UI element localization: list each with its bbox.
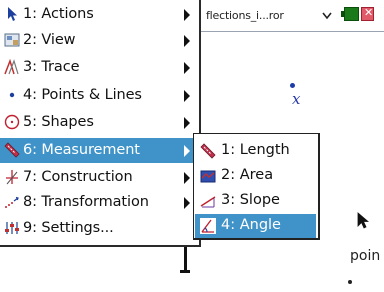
mouse-cursor-icon [357,212,369,229]
submenu-arrow-icon [184,35,190,47]
menu-item-label: 5: Shapes [23,114,94,130]
point[interactable] [348,280,352,284]
submenu-item-length[interactable]: 1: Length [195,139,316,163]
construction-icon [6,170,18,185]
transformation-icon [5,196,19,208]
submenu-arrow-icon [184,9,190,21]
submenu-arrow-icon [184,117,190,129]
menu-item-measurement[interactable]: 6: Measurement [0,138,197,163]
angle-icon [200,218,216,234]
submenu-item-label: 3: Slope [221,192,280,208]
close-icon[interactable]: ✕ [361,6,374,21]
menu-item-label: 4: Points & Lines [23,87,142,103]
point-label-text[interactable]: poin [350,248,380,264]
menu-item-actions[interactable]: 1: Actions [0,2,197,27]
submenu-item-area[interactable]: 2: Area [195,164,316,188]
circle-icon [4,114,20,130]
submenu-item-label: 1: Length [221,142,290,158]
pointer-arrow-icon [8,7,17,21]
point-x-label[interactable]: x [292,90,300,108]
point-icon [9,92,15,98]
measurement-submenu: 1: Length 2: Area 3: Slope 4: Angle [193,133,320,240]
submenu-item-slope[interactable]: 3: Slope [195,189,316,213]
length-icon [200,143,216,159]
settings-icon [5,222,19,234]
menu-item-transformation[interactable]: 8: Transformation [0,190,197,215]
main-menu: 1: Actions 2: View 3: Trace 4: Points & … [0,0,201,247]
menu-item-shapes[interactable]: 5: Shapes [0,110,197,135]
submenu-item-label: 2: Area [221,167,274,183]
menu-item-label: 7: Construction [23,169,133,185]
menu-item-trace[interactable]: 3: Trace [0,55,197,80]
submenu-arrow-icon [184,62,190,74]
submenu-arrow-icon [184,145,190,157]
tab-bar-divider [200,31,384,32]
submenu-arrow-icon [184,197,190,209]
tab-dropdown-icon[interactable] [322,12,332,20]
submenu-item-angle[interactable]: 4: Angle [195,214,316,238]
menu-item-points-lines[interactable]: 4: Points & Lines [0,83,197,108]
menu-item-label: 6: Measurement [23,142,140,158]
segment-endpoint[interactable] [180,270,190,273]
menu-item-construction[interactable]: 7: Construction [0,165,197,190]
ruler-icon [4,142,20,158]
point-x[interactable] [290,83,295,88]
document-tab-title[interactable]: flections_i...ror [206,9,284,22]
area-icon [200,170,216,183]
trace-icon [4,59,19,75]
submenu-arrow-icon [184,172,190,184]
submenu-arrow-icon [184,90,190,102]
menu-item-label: 9: Settings... [23,220,114,236]
view-icon [4,33,20,47]
menu-item-settings[interactable]: 9: Settings... [0,216,197,241]
slope-icon [200,196,216,208]
battery-icon [341,7,359,21]
menu-item-label: 1: Actions [23,6,94,22]
menu-item-view[interactable]: 2: View [0,28,197,53]
submenu-item-label: 4: Angle [221,217,281,233]
menu-item-label: 8: Transformation [23,194,149,210]
menu-item-label: 2: View [23,32,76,48]
menu-item-label: 3: Trace [23,59,80,75]
